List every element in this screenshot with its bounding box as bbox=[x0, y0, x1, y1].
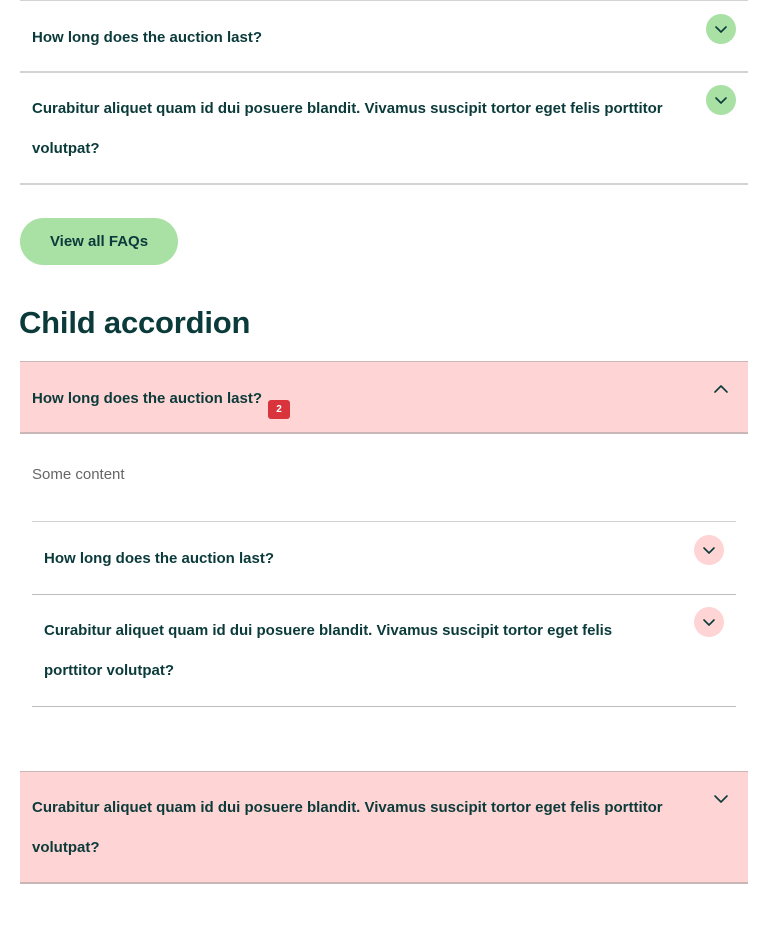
child-accordion-question: Curabitur aliquet quam id dui posuere bl… bbox=[32, 799, 663, 856]
faq-question: How long does the auction last? bbox=[32, 29, 263, 46]
chevron-down-icon[interactable] bbox=[694, 535, 724, 565]
nested-accordion: How long does the auction last? Curabitu… bbox=[32, 521, 736, 707]
faq-question: Curabitur aliquet quam id dui posuere bl… bbox=[32, 100, 663, 157]
chevron-up-icon[interactable] bbox=[712, 380, 730, 398]
faq-item[interactable]: How long does the auction last? bbox=[20, 0, 748, 73]
chevron-down-icon[interactable] bbox=[706, 14, 736, 44]
page-content: How long does the auction last? Curabitu… bbox=[19, 0, 748, 884]
section-title: Child accordion bbox=[19, 305, 251, 340]
chevron-down-icon[interactable] bbox=[694, 607, 724, 637]
count-badge: 2 bbox=[268, 400, 291, 419]
faq-item[interactable]: Curabitur aliquet quam id dui posuere bl… bbox=[20, 73, 748, 185]
nested-accordion-item[interactable]: How long does the auction last? bbox=[32, 522, 736, 595]
child-accordion-item[interactable]: Curabitur aliquet quam id dui posuere bl… bbox=[20, 771, 748, 884]
nested-question: How long does the auction last? bbox=[44, 550, 275, 567]
accordion-content-text: Some content bbox=[32, 466, 125, 483]
chevron-down-icon[interactable] bbox=[712, 790, 730, 808]
child-accordion-question: How long does the auction last? 2 bbox=[20, 362, 291, 419]
view-all-faqs-button[interactable]: View all FAQs bbox=[20, 218, 178, 265]
child-accordion-question-text: How long does the auction last? bbox=[32, 390, 263, 407]
chevron-down-icon[interactable] bbox=[706, 85, 736, 115]
nested-question: Curabitur aliquet quam id dui posuere bl… bbox=[44, 622, 613, 679]
nested-accordion-item[interactable]: Curabitur aliquet quam id dui posuere bl… bbox=[32, 595, 736, 707]
child-accordion-header[interactable]: How long does the auction last? 2 bbox=[20, 361, 748, 434]
